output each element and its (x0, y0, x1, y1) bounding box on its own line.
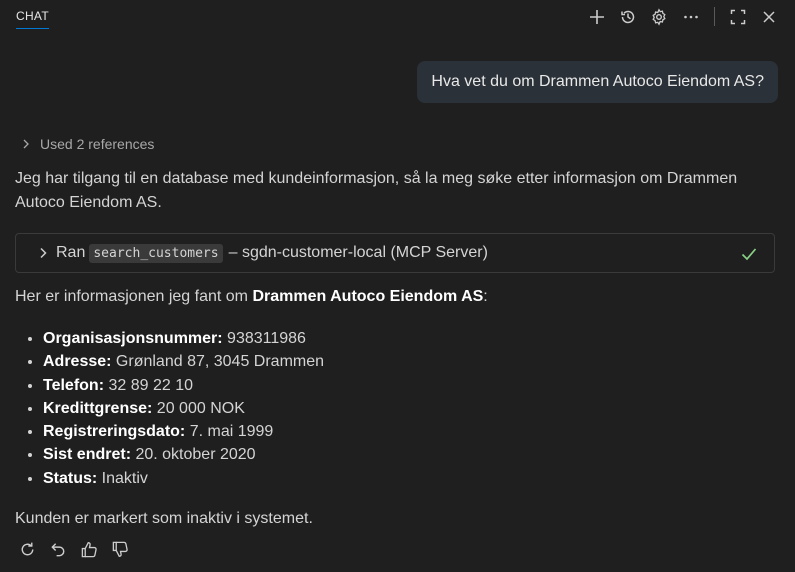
undo-icon[interactable] (48, 539, 68, 559)
response-actions (17, 539, 130, 559)
header-divider (714, 7, 715, 26)
detail-value: 938311986 (222, 330, 306, 347)
tab-chat[interactable]: CHAT (16, 9, 49, 29)
plus-icon[interactable] (586, 6, 608, 28)
retry-icon[interactable] (17, 539, 37, 559)
list-item: Adresse: Grønland 87, 3045 Drammen (43, 350, 324, 373)
found-suffix: : (483, 288, 488, 305)
detail-value: 32 89 22 10 (104, 376, 193, 394)
chat-header: CHAT (0, 0, 795, 34)
list-item: Sist endret: 20. oktober 2020 (43, 443, 324, 466)
close-icon[interactable] (758, 6, 780, 28)
detail-label: Organisasjonsnummer: (43, 330, 223, 347)
detail-label: Adresse: (43, 353, 112, 371)
found-info-text: Her er informasjonen jeg fant om Drammen… (15, 285, 488, 309)
list-item: Registreringsdato: 7. mai 1999 (43, 420, 324, 443)
detail-value: Inaktiv (97, 469, 148, 487)
references-toggle[interactable]: Used 2 references (20, 136, 154, 152)
company-name: Drammen Autoco Eiendom AS (252, 288, 484, 305)
list-item: Status: Inaktiv (43, 467, 324, 490)
list-item: Kredittgrense: 20 000 NOK (43, 397, 324, 420)
detail-label: Kredittgrense: (43, 399, 153, 417)
chevron-right-icon (23, 139, 29, 149)
detail-value: Grønland 87, 3045 Drammen (111, 353, 325, 371)
response-conclusion: Kunden er markert som inaktiv i systemet… (15, 510, 313, 527)
list-item: Telefon: 32 89 22 10 (43, 374, 324, 397)
found-prefix: Her er informasjonen jeg fant om (15, 288, 253, 305)
detail-value: 20 000 NOK (152, 399, 245, 417)
detail-label: Telefon: (43, 376, 105, 394)
references-label: Used 2 references (40, 136, 155, 152)
gear-icon[interactable] (648, 6, 670, 28)
tool-call-suffix: – sgdn-customer-local (MCP Server) (228, 244, 488, 261)
maximize-icon[interactable] (727, 6, 749, 28)
chevron-right-icon (40, 247, 47, 259)
thumbs-down-icon[interactable] (110, 539, 130, 559)
tool-name: search_customers (89, 243, 223, 263)
list-item: Organisasjonsnummer: 938311986 (43, 327, 324, 350)
detail-label: Registreringsdato: (43, 423, 186, 441)
customer-details-list: Organisasjonsnummer: 938311986 Adresse: … (15, 327, 324, 490)
response-intro: Jeg har tilgang til en database med kund… (15, 170, 738, 211)
check-icon (741, 248, 757, 261)
detail-value: 20. oktober 2020 (131, 446, 256, 464)
tool-call-prefix: Ran (56, 244, 86, 261)
tool-call-row[interactable]: Ran search_customers – sgdn-customer-loc… (15, 233, 775, 273)
detail-label: Status: (43, 469, 98, 487)
detail-value: 7. mai 1999 (185, 423, 274, 441)
more-icon[interactable] (680, 6, 702, 28)
history-icon[interactable] (617, 6, 639, 28)
user-message: Hva vet du om Drammen Autoco Eiendom AS? (417, 61, 778, 103)
detail-label: Sist endret: (43, 446, 132, 464)
thumbs-up-icon[interactable] (79, 539, 99, 559)
